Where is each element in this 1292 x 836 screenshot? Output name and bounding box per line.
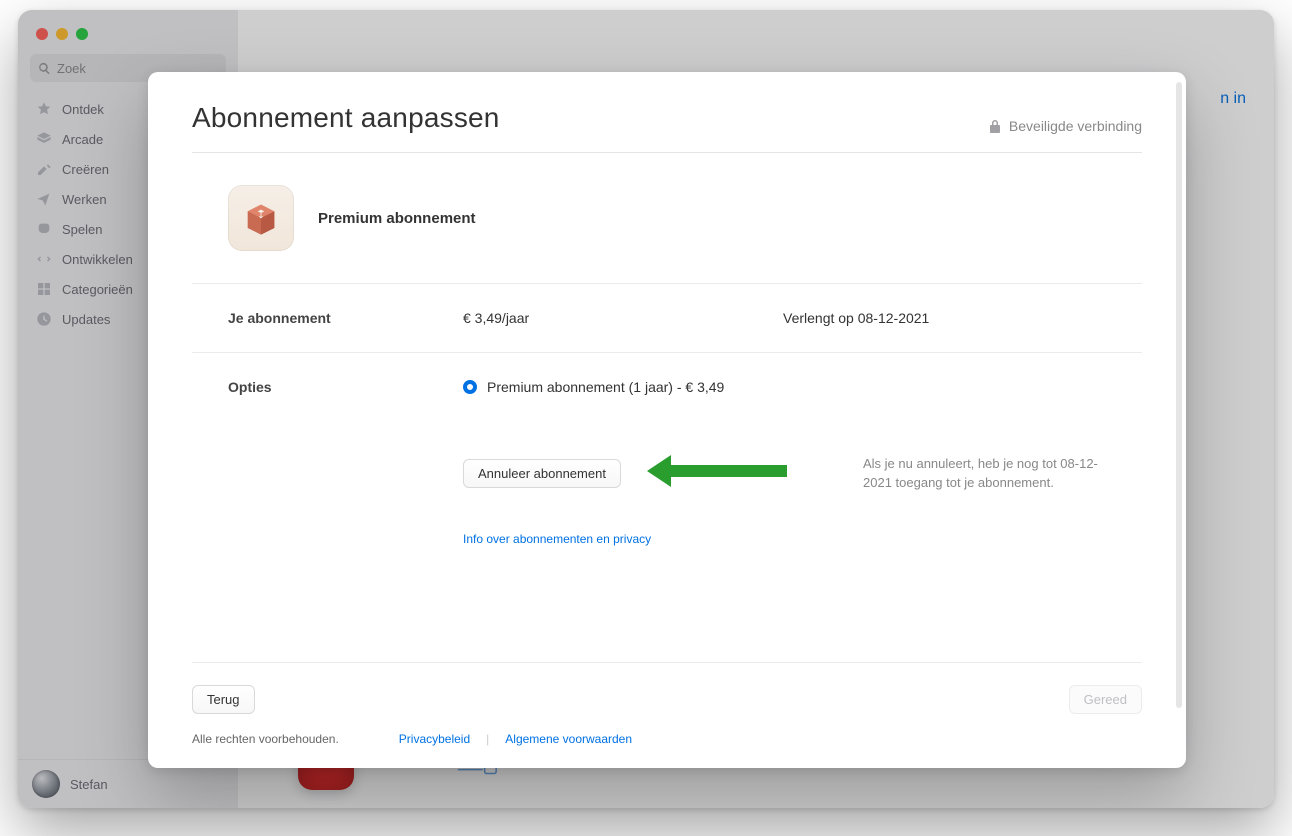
cancel-note: Als je nu annuleert, heb je nog tot 08-1…	[863, 455, 1106, 493]
cancel-subscription-button[interactable]: Annuleer abonnement	[463, 459, 621, 488]
done-button: Gereed	[1069, 685, 1142, 714]
radio-selected-icon[interactable]	[463, 380, 477, 394]
terms-link[interactable]: Algemene voorwaarden	[505, 732, 632, 746]
privacy-policy-link[interactable]: Privacybeleid	[399, 732, 470, 746]
secure-connection-indicator: Beveiligde verbinding	[989, 118, 1142, 134]
plan-option-row[interactable]: Premium abonnement (1 jaar) - € 3,49	[463, 379, 1106, 395]
subscription-app-icon	[228, 185, 294, 251]
annotation-arrow-icon	[647, 451, 787, 496]
subscription-renewal: Verlengt op 08-12-2021	[783, 310, 1106, 326]
subscription-product-name: Premium abonnement	[318, 210, 476, 227]
plan-option-label: Premium abonnement (1 jaar) - € 3,49	[487, 379, 724, 395]
edit-subscription-sheet: Abonnement aanpassen Beveiligde verbindi…	[148, 72, 1186, 768]
your-subscription-label: Je abonnement	[228, 310, 463, 326]
lock-icon	[989, 119, 1001, 133]
sheet-title: Abonnement aanpassen	[192, 102, 500, 134]
subscription-privacy-info-link[interactable]: Info over abonnementen en privacy	[463, 532, 651, 546]
back-button[interactable]: Terug	[192, 685, 255, 714]
rights-reserved-text: Alle rechten voorbehouden.	[192, 732, 339, 746]
options-label: Opties	[228, 379, 463, 395]
subscription-price: € 3,49/jaar	[463, 310, 783, 326]
scrollbar[interactable]	[1176, 82, 1182, 708]
